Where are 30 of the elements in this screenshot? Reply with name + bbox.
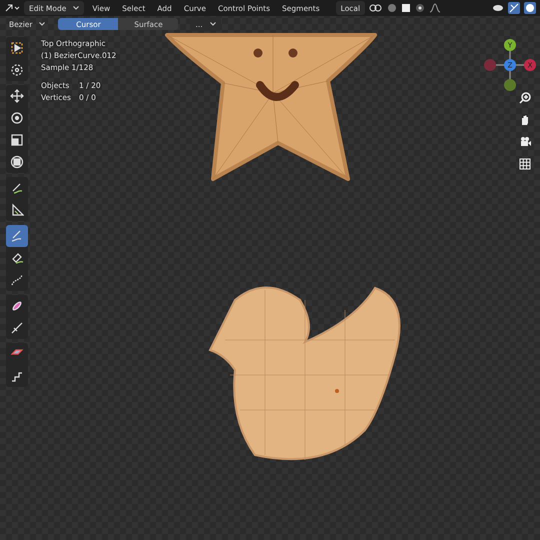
tool-icon (10, 181, 24, 195)
square-icon[interactable] (401, 3, 412, 13)
tool-icon (10, 229, 24, 243)
grid-icon (519, 158, 531, 170)
tool-icon (10, 251, 24, 265)
overlay-icon[interactable] (524, 2, 536, 14)
tool-icon (10, 299, 24, 313)
chevron-down-icon (39, 22, 46, 26)
camera-icon (519, 136, 531, 148)
tool-icon (10, 273, 24, 287)
tool-icon (10, 133, 24, 147)
zoom-icon (519, 92, 531, 104)
tool-icon (10, 155, 24, 169)
link-icon[interactable] (369, 3, 384, 13)
pencil-tool[interactable] (6, 225, 28, 247)
editor-type-icon[interactable] (4, 3, 20, 13)
tool-icon (10, 321, 24, 335)
chevron-down-icon (73, 6, 80, 10)
tool-icon (10, 63, 24, 77)
tool-icon (10, 111, 24, 125)
tool-icon (10, 89, 24, 103)
gizmo-toggle-icon[interactable] (508, 2, 520, 14)
tool-icon (10, 41, 24, 55)
chevron-down-icon (210, 22, 216, 26)
falloff-curve-icon[interactable] (429, 3, 442, 13)
grid-button[interactable] (517, 156, 533, 172)
hand-icon (519, 114, 531, 126)
zoom-button[interactable] (517, 90, 533, 106)
tool-icon (10, 203, 24, 217)
proportional-icon[interactable] (415, 3, 426, 13)
